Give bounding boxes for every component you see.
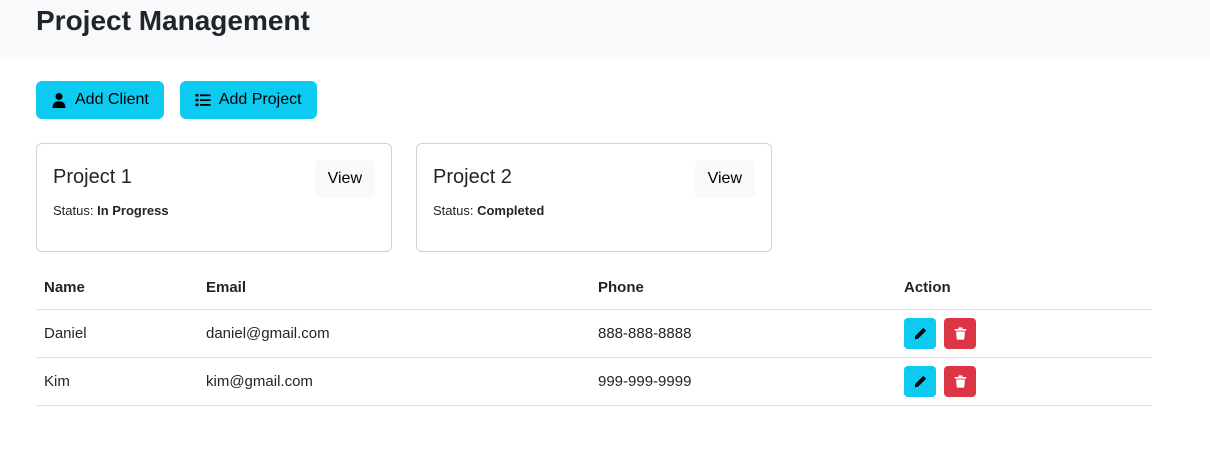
toolbar: Add Client Add Project — [36, 81, 317, 119]
user-icon — [51, 92, 67, 108]
project-cards: Project 1 Status: In Progress View Proje… — [36, 143, 772, 252]
status-value: In Progress — [97, 203, 169, 218]
status-label: Status: — [53, 203, 94, 218]
project-card: Project 1 Status: In Progress View — [36, 143, 392, 252]
pencil-icon — [914, 327, 927, 340]
clients-table: Name Email Phone Action Daniel daniel@gm… — [36, 267, 1152, 406]
edit-client-button[interactable] — [904, 365, 936, 397]
view-project-button[interactable]: View — [694, 160, 755, 198]
status-value: Completed — [477, 203, 545, 218]
client-actions — [896, 309, 1152, 358]
table-header-row: Name Email Phone Action — [36, 267, 1152, 310]
client-email: daniel@gmail.com — [198, 309, 590, 358]
client-phone: 999-999-9999 — [590, 357, 896, 406]
delete-client-button[interactable] — [944, 317, 976, 349]
table-row: Daniel daniel@gmail.com 888-888-8888 — [36, 309, 1152, 358]
client-name: Kim — [36, 357, 198, 406]
add-project-label: Add Project — [218, 91, 302, 108]
view-project-button[interactable]: View — [314, 160, 375, 198]
edit-client-button[interactable] — [904, 317, 936, 349]
trash-icon — [954, 374, 967, 388]
table-row: Kim kim@gmail.com 999-999-9999 — [36, 357, 1152, 406]
project-name: Project 1 — [53, 166, 132, 188]
client-phone: 888-888-8888 — [590, 309, 896, 358]
column-header-email: Email — [198, 267, 590, 310]
client-email: kim@gmail.com — [198, 357, 590, 406]
column-header-action: Action — [896, 267, 1152, 310]
delete-client-button[interactable] — [944, 365, 976, 397]
add-project-button[interactable]: Add Project — [179, 81, 317, 119]
column-header-name: Name — [36, 267, 198, 310]
client-actions — [896, 357, 1152, 406]
client-name: Daniel — [36, 309, 198, 358]
column-header-phone: Phone — [590, 267, 896, 310]
add-client-label: Add Client — [75, 91, 149, 108]
page-header: Project Management — [0, 0, 1210, 57]
project-card: Project 2 Status: Completed View — [416, 143, 772, 252]
add-client-button[interactable]: Add Client — [36, 81, 164, 119]
page-title: Project Management — [36, 5, 310, 36]
list-icon — [195, 92, 211, 108]
project-name: Project 2 — [433, 166, 512, 188]
pencil-icon — [914, 375, 927, 388]
project-status: Status: Completed — [433, 202, 544, 220]
project-status: Status: In Progress — [53, 202, 169, 220]
trash-icon — [954, 326, 967, 340]
status-label: Status: — [433, 203, 474, 218]
